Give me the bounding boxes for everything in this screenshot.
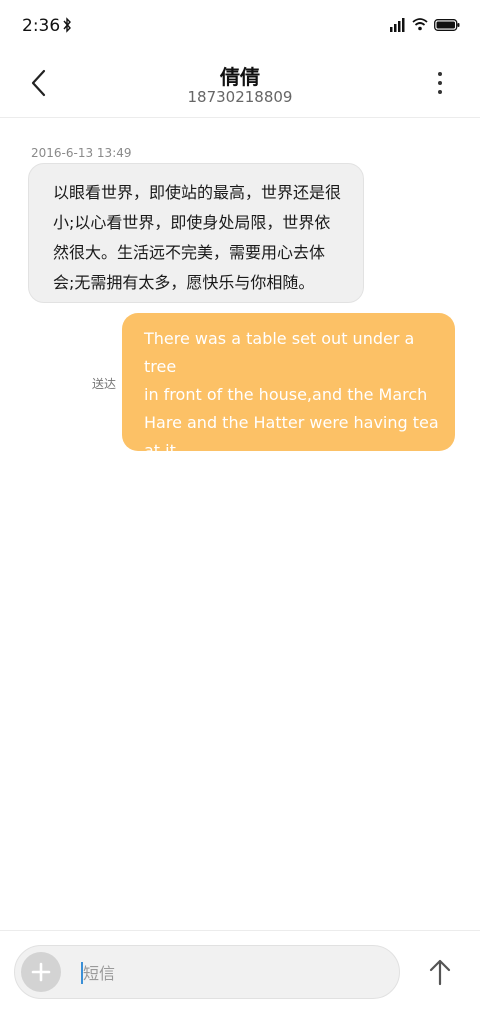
incoming-message-line: 然很大。生活远不完美，需要用心去体 [53, 243, 326, 262]
contact-name: 倩倩 [220, 65, 260, 89]
contact-number: 18730218809 [187, 88, 293, 106]
message-input[interactable] [83, 954, 383, 992]
outgoing-message-line: Hare and the Hatter were having tea [144, 413, 439, 432]
signal-icon [390, 18, 405, 32]
composer-field-container [14, 945, 400, 999]
more-options-button[interactable] [428, 68, 452, 98]
conversation-header: 倩倩 18730218809 [0, 52, 480, 118]
composer-bar [0, 930, 480, 1013]
status-bar: 2:36 [0, 0, 480, 52]
incoming-message-line: 小;以心看世界，即使身处局限，世界依 [53, 213, 331, 232]
outgoing-message-bubble[interactable]: There was a table set out under a tree i… [122, 313, 455, 460]
outgoing-message-line: in front of the house,and the March [144, 385, 428, 404]
more-vertical-icon [428, 72, 452, 94]
status-time: 2:36 [22, 16, 61, 36]
delivery-status: 送达 [92, 377, 117, 391]
wifi-icon [412, 18, 428, 31]
incoming-message-bubble[interactable]: 以眼看世界，即使站的最高，世界还是很 小;以心看世界，即使身处局限，世界依 然很… [28, 163, 364, 303]
bluetooth-icon [63, 17, 71, 33]
send-arrow-icon [429, 959, 451, 986]
battery-icon [434, 19, 460, 31]
sms-conversation-screen: 2:36 倩倩 18730218809 2016-6-13 13:49 以眼看世… [0, 0, 480, 1013]
add-attachment-button[interactable] [21, 952, 61, 992]
send-button[interactable] [426, 957, 454, 987]
outgoing-message-line: There was a table set out under a tree [144, 329, 415, 376]
incoming-message-line: 以眼看世界，即使站的最高，世界还是很 [53, 183, 342, 202]
outgoing-message-line: at it. [144, 441, 181, 460]
plus-icon [31, 962, 51, 982]
message-timestamp: 2016-6-13 13:49 [31, 146, 132, 160]
incoming-message-line: 会;无需拥有太多，愿快乐与你相随。 [53, 273, 315, 292]
